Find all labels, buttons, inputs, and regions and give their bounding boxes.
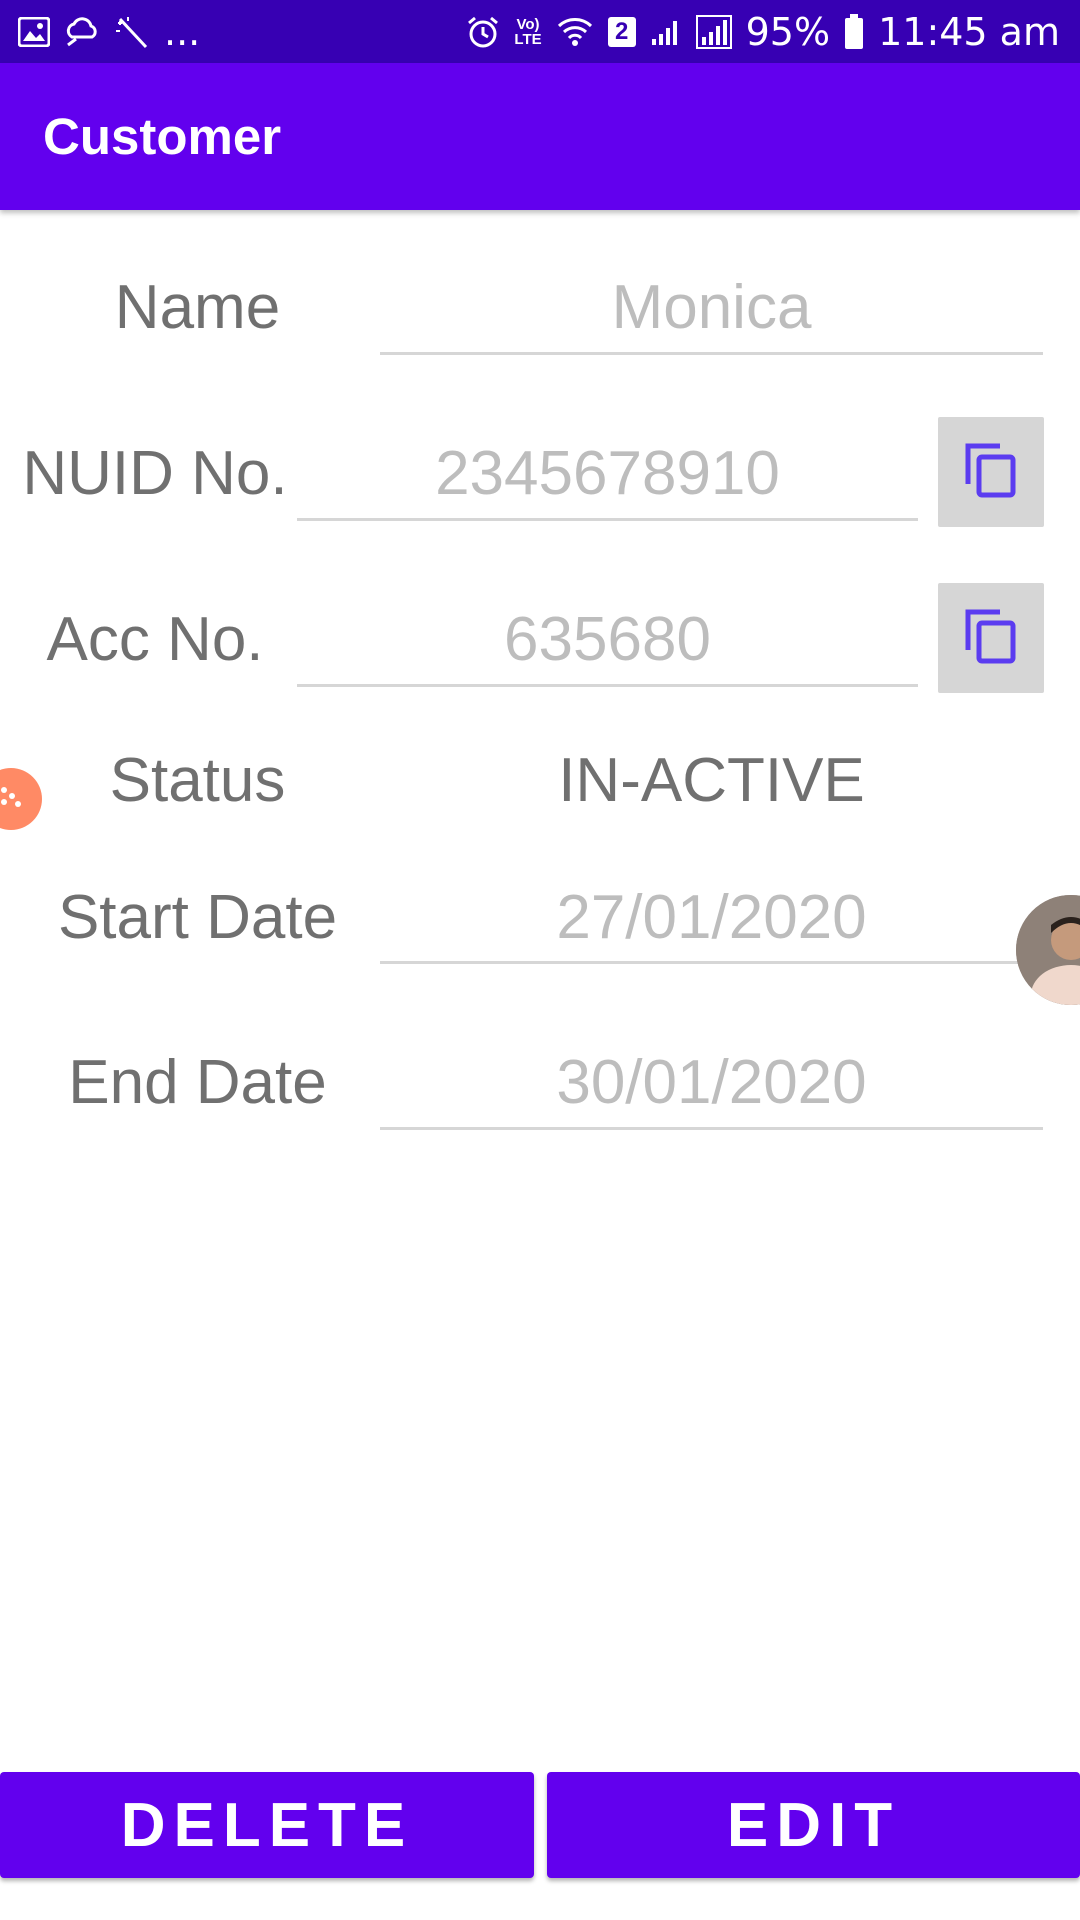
notification-overflow: ...: [164, 9, 201, 54]
copy-icon: [962, 606, 1020, 671]
battery-icon: [844, 13, 864, 50]
signal-icon: [695, 14, 732, 49]
copy-nuid-button[interactable]: [938, 417, 1044, 527]
name-field[interactable]: Monica: [380, 272, 1043, 343]
end-date-label: End Date: [68, 1048, 327, 1117]
start-date-label: Start Date: [57, 883, 338, 952]
nuid-label: NUID No.: [22, 439, 288, 508]
status-value: IN-ACTIVE: [558, 746, 865, 815]
alarm-icon: [466, 15, 500, 49]
cloud-link-icon: [64, 16, 100, 47]
acc-label: Acc No.: [46, 605, 264, 674]
name-field-underline: [380, 352, 1043, 355]
battery-percent: 95%: [745, 9, 831, 54]
volte-icon: Vo) LTE: [514, 17, 541, 47]
sim-icon: 2: [607, 16, 636, 47]
gallery-icon: [18, 16, 50, 47]
nuid-field-underline: [297, 518, 918, 521]
status-bar-left: ...: [18, 10, 200, 54]
start-date-field-underline: [380, 961, 1043, 964]
nuid-field[interactable]: 2345678910: [297, 438, 918, 509]
copy-icon: [962, 440, 1020, 505]
acc-field-underline: [297, 684, 918, 687]
floating-game-bubble[interactable]: [0, 768, 42, 830]
end-date-field-underline: [380, 1127, 1043, 1130]
page-title: Customer: [43, 108, 282, 165]
status-bar-right: Vo) LTE 2 95% 11:45 am: [466, 10, 1060, 54]
name-label: Name: [114, 273, 281, 342]
start-date-field[interactable]: 27/01/2020: [380, 882, 1043, 953]
status-bar: ... Vo) LTE 2 95% 11:45 am: [0, 0, 1080, 63]
edit-button[interactable]: EDIT: [547, 1772, 1080, 1878]
magic-wand-icon: [114, 15, 150, 49]
gamepad-icon: [0, 784, 26, 815]
app-bar: Customer: [0, 63, 1080, 210]
volte-bottom-label: LTE: [514, 30, 542, 48]
copy-acc-button[interactable]: [938, 583, 1044, 693]
wifi-icon: [556, 16, 594, 48]
volte-top-label: Vo): [516, 15, 540, 33]
status-label: Status: [109, 746, 286, 815]
clock: 11:45 am: [878, 9, 1060, 54]
end-date-field[interactable]: 30/01/2020: [380, 1047, 1043, 1118]
delete-button[interactable]: DELETE: [0, 1772, 534, 1878]
signal-icon: [650, 17, 682, 47]
acc-field[interactable]: 635680: [297, 604, 918, 675]
